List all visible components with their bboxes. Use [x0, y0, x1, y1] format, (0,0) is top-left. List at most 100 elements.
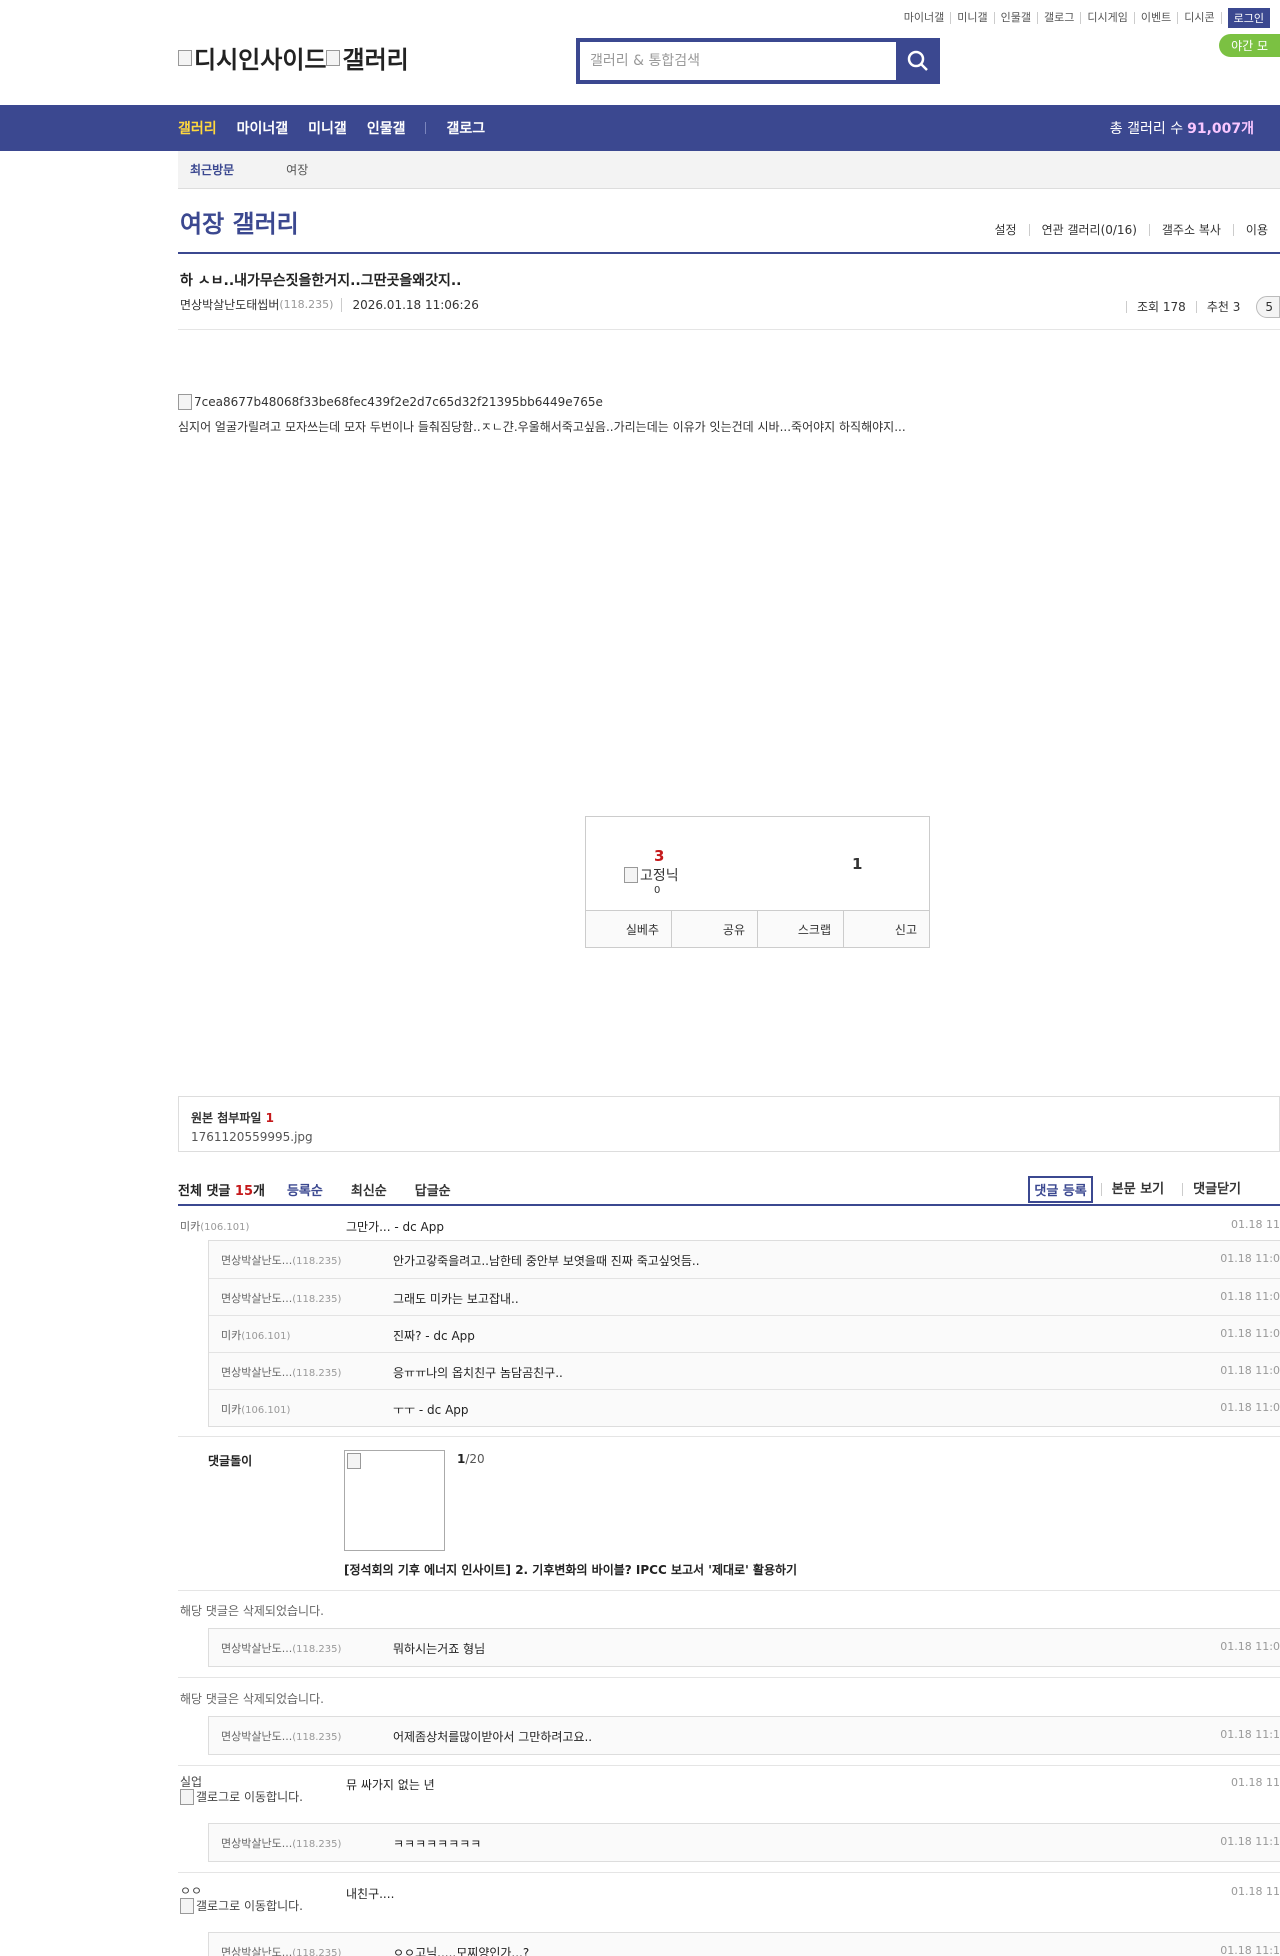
post-date: 2026.01.18 11:06:26: [341, 297, 479, 312]
reply-message: 안가고갛죽을려고..남한테 중안부 보엿을때 진짜 죽고싶엇듬..: [393, 1254, 700, 1268]
reply-author[interactable]: 면상박살난도...(118.235): [221, 1640, 341, 1656]
recommend-up-count[interactable]: 3: [654, 847, 664, 865]
comment-bot-label: 댓글돌이: [208, 1454, 253, 1468]
comments-total: 전체 댓글 15개: [178, 1184, 265, 1199]
reply-date: 01.18 11:1: [1220, 1835, 1280, 1848]
reply-message: ㅋㅋㅋㅋㅋㅋㅋㅋ: [393, 1837, 482, 1851]
top-link-dccon[interactable]: 디시콘: [1178, 12, 1222, 24]
reply-author[interactable]: 미카(106.101): [221, 1327, 290, 1343]
reply-author[interactable]: 면상박살난도...(118.235): [221, 1728, 341, 1744]
comment-author[interactable]: 실업: [180, 1776, 310, 1789]
report-button[interactable]: 신고: [843, 911, 929, 947]
reply-date: 01.18 11:1: [1220, 1728, 1280, 1741]
comments-header: 전체 댓글 15개 등록순 최신순 답글순 댓글 등록 본문 보기 댓글닫기: [178, 1172, 1280, 1206]
gallog-link-image[interactable]: 갤로그로 이동합니다.: [180, 1789, 303, 1805]
sort-latest[interactable]: 최신순: [351, 1180, 387, 1199]
comment-count-badge[interactable]: 5: [1256, 296, 1280, 318]
close-comments-button[interactable]: 댓글닫기: [1182, 1183, 1251, 1196]
attachment-file[interactable]: 1761120559995.jpg: [191, 1130, 1267, 1144]
recommend-down-count[interactable]: 1: [852, 855, 862, 873]
recommend-actions: 실베추 공유 스크랩 신고: [586, 910, 929, 947]
recent-visit-bar: 최근방문 여장: [178, 151, 1280, 189]
top-link-mini[interactable]: 미니갤: [951, 12, 995, 24]
ad-headline[interactable]: [정석회의 기후 에너지 인사이트] 2. 기후변화의 바이블? IPCC 보고…: [344, 1561, 797, 1578]
reply-author[interactable]: 면상박살난도...(118.235): [221, 1835, 341, 1851]
reply-date: 01.18 11:0: [1220, 1364, 1280, 1377]
reply-list: 면상박살난도...(118.235) ㅋㅋㅋㅋㅋㅋㅋㅋ 01.18 11:1: [208, 1823, 1280, 1862]
comment-register-button[interactable]: 댓글 등록: [1028, 1176, 1093, 1203]
post-views: 조회 178: [1126, 301, 1196, 313]
reply-list: 면상박살난도...(118.235) 어제좀상처를많이받아서 그만하려고요.. …: [208, 1716, 1280, 1755]
share-button[interactable]: 공유: [671, 911, 757, 947]
reply-author[interactable]: 미카(106.101): [221, 1401, 290, 1417]
comment-message: 내친구....: [346, 1887, 395, 1901]
view-post-button[interactable]: 본문 보기: [1100, 1183, 1174, 1196]
top-link-gallog[interactable]: 갤로그: [1038, 12, 1082, 24]
post-body: 심지어 얼굴가릴려고 모자쓰는데 모자 두번이나 들춰짐당함..ㅈㄴ갼.우울해서…: [178, 420, 906, 434]
attachment-label: 원본 첨부파일 1: [191, 1111, 274, 1125]
gallery-option-settings[interactable]: 설정: [982, 224, 1028, 236]
sort-registered[interactable]: 등록순: [287, 1180, 323, 1199]
logo[interactable]: 디시인사이드 갤러리: [178, 40, 409, 75]
top-link-game[interactable]: 디시게임: [1081, 12, 1135, 24]
reply-row: 면상박살난도...(118.235) 응ㅠㅠ나의 옵치친구 놈담곰친구.. 01…: [209, 1352, 1280, 1389]
reply-date: 01.18 11:1: [1220, 1944, 1280, 1956]
post-author[interactable]: 면상박살난도태씹버: [180, 296, 279, 313]
attachment-count: 1: [265, 1111, 274, 1125]
reply-author[interactable]: 면상박살난도...(118.235): [221, 1944, 341, 1956]
gallery-option-copy-url[interactable]: 갤주소 복사: [1148, 224, 1233, 236]
gnb-mini[interactable]: 미니갤: [308, 118, 347, 138]
reply-row: 면상박살난도...(118.235) 그래도 미카는 보고잡내.. 01.18 …: [209, 1278, 1280, 1315]
scrap-button[interactable]: 스크랩: [757, 911, 843, 947]
comment-author-gallcon[interactable]: ㅇㅇ 갤로그로 이동합니다.: [180, 1885, 310, 1917]
post-author-ip: (118.235): [279, 298, 334, 311]
top-link-minor[interactable]: 마이너갤: [898, 12, 952, 24]
divider: [178, 1677, 1280, 1678]
gnb-minor[interactable]: 마이너갤: [237, 118, 289, 138]
search-box: [576, 38, 940, 84]
gallog-link-image[interactable]: 갤로그로 이동합니다.: [180, 1898, 303, 1914]
post-stats: 조회 178 추천 3 5: [1126, 296, 1280, 318]
search-button[interactable]: [900, 42, 936, 80]
attachment-box: 원본 첨부파일 1 1761120559995.jpg: [178, 1096, 1280, 1152]
sort-replies[interactable]: 답글순: [415, 1180, 451, 1199]
reply-row: 미카(106.101) 진짜? - dc App 01.18 11:0: [209, 1315, 1280, 1352]
reply-message: 어제좀상처를많이받아서 그만하려고요..: [393, 1730, 593, 1744]
top-link-person[interactable]: 인물갤: [995, 12, 1039, 24]
reply-date: 01.18 11:0: [1220, 1327, 1280, 1340]
comment-date: 01.18 11: [1231, 1776, 1280, 1789]
reply-row: 면상박살난도...(118.235) ㅇㅇ고닉.....모찌양인가...? 01…: [209, 1933, 1280, 1956]
reply-message: 응ㅠㅠ나의 옵치친구 놈담곰친구..: [393, 1366, 563, 1380]
post-meta: 면상박살난도태씹버 (118.235) 2026.01.18 11:06:26: [180, 296, 479, 313]
comment-author[interactable]: ㅇㅇ: [180, 1885, 310, 1898]
login-button[interactable]: 로그인: [1227, 8, 1270, 28]
reply-author[interactable]: 면상박살난도...(118.235): [221, 1364, 341, 1380]
fixed-nick-recommend-count: 0: [654, 885, 661, 896]
divider: [178, 1590, 1280, 1591]
comment-date: 01.18 11: [1231, 1218, 1280, 1231]
reply-date: 01.18 11:0: [1220, 1252, 1280, 1265]
search-input[interactable]: [580, 42, 896, 80]
top-link-event[interactable]: 이벤트: [1135, 12, 1179, 24]
reply-message: ㅜㅜ - dc App: [393, 1403, 469, 1417]
gnb-person[interactable]: 인물갤: [367, 118, 406, 138]
gallery-count: 총 갤러리 수 91,007개: [1110, 105, 1254, 151]
recent-visit-label[interactable]: 최근방문: [190, 161, 234, 178]
gallery-title[interactable]: 여장 갤러리: [180, 204, 299, 239]
recent-visit-item[interactable]: 여장: [286, 161, 308, 178]
reply-message: 그래도 미카는 보고잡내..: [393, 1292, 519, 1306]
gnb-gallog[interactable]: 갤로그: [446, 118, 485, 138]
best-recommend-button[interactable]: 실베추: [586, 911, 671, 947]
night-mode-button[interactable]: 야간 모: [1219, 34, 1280, 57]
gallery-options: 설정 연관 갤러리(0/16) 갤주소 복사 이용: [982, 224, 1280, 236]
reply-author[interactable]: 면상박살난도...(118.235): [221, 1290, 341, 1306]
reply-author[interactable]: 면상박살난도...(118.235): [221, 1252, 341, 1268]
comment-author-gallcon[interactable]: 실업 갤로그로 이동합니다.: [180, 1776, 310, 1808]
comment-author[interactable]: 미카(106.101): [180, 1218, 249, 1234]
ad-thumbnail[interactable]: [344, 1450, 445, 1551]
comments-total-count: 15: [234, 1184, 253, 1199]
gallery-option-usage[interactable]: 이용: [1232, 224, 1280, 236]
deleted-comment-text: 해당 댓글은 삭제되었습니다.: [180, 1604, 324, 1618]
gnb-gallery[interactable]: 갤러리: [178, 118, 217, 138]
gallery-option-related[interactable]: 연관 갤러리(0/16): [1028, 224, 1149, 236]
